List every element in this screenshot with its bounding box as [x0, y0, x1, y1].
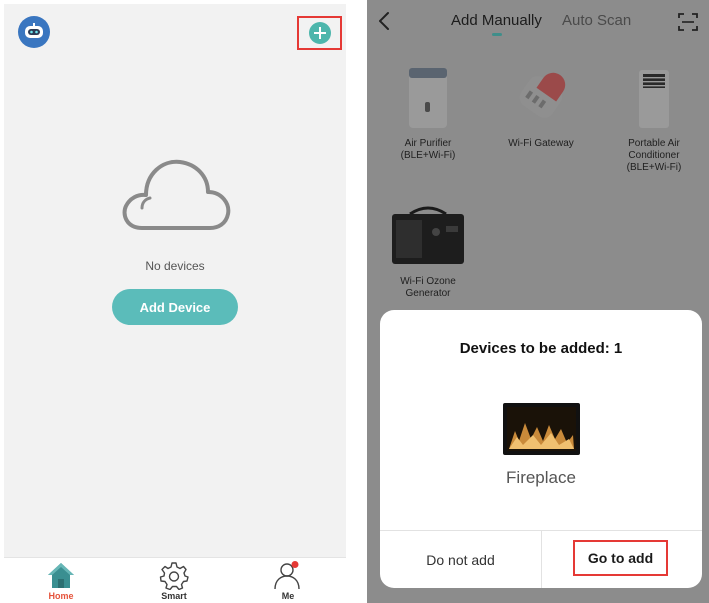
device-name: Fireplace	[506, 468, 576, 487]
device-label: Wi-Fi Ozone Generator	[400, 276, 456, 299]
dialog-title: Devices to be added: 1	[459, 340, 623, 357]
device-label: Air Purifier (BLE+Wi-Fi)	[400, 138, 456, 161]
devices-to-add-dialog: Devices to be added: 1 Fireplace Do not …	[380, 310, 702, 588]
plus-icon	[313, 27, 326, 39]
robot-icon	[25, 23, 43, 38]
scan-icon[interactable]	[678, 12, 698, 32]
person-icon	[274, 561, 300, 590]
tab-smart-label: Smart	[161, 591, 187, 601]
empty-state-text: No devices	[145, 259, 205, 273]
device-label: Portable Air Conditioner (BLE+Wi-Fi)	[626, 138, 682, 173]
tab-home[interactable]: Home	[31, 560, 91, 603]
cloud-icon	[122, 159, 231, 230]
device-tile-ozone-generator[interactable]: Wi-Fi Ozone Generator	[378, 200, 478, 300]
add-device-button[interactable]: Add Device	[112, 289, 238, 325]
bottom-tab-bar: Home Smart Me	[4, 557, 346, 603]
ozone-generator-icon	[392, 206, 464, 264]
home-icon	[48, 563, 74, 588]
fireplace-image	[503, 403, 580, 455]
back-chevron-icon[interactable]	[375, 10, 395, 32]
air-purifier-icon	[409, 68, 447, 128]
portable-ac-icon	[639, 70, 669, 128]
device-label: Wi-Fi Gateway	[508, 138, 574, 149]
home-screen: No devices Add Device Home Smart Me	[4, 4, 346, 603]
tab-add-manually[interactable]: Add Manually	[451, 12, 542, 29]
go-to-add-button[interactable]: Go to add	[573, 540, 668, 576]
tab-me[interactable]: Me	[258, 560, 318, 603]
add-device-screen: Add Manually Auto Scan Air Purifier (BLE…	[367, 0, 709, 603]
tab-auto-scan[interactable]: Auto Scan	[562, 12, 631, 29]
tab-me-label: Me	[281, 591, 295, 601]
device-tile-wifi-gateway[interactable]: Wi-Fi Gateway	[491, 62, 591, 150]
tab-home-label: Home	[48, 591, 74, 601]
wifi-gateway-icon	[519, 72, 566, 118]
add-device-plus-button[interactable]	[297, 16, 342, 50]
gear-icon	[159, 562, 189, 590]
avatar[interactable]	[18, 16, 50, 48]
top-bar: Add Manually Auto Scan	[367, 0, 709, 44]
fireplace-icon	[507, 407, 576, 451]
do-not-add-button[interactable]: Do not add	[380, 531, 541, 588]
divider	[541, 530, 542, 588]
active-tab-indicator	[492, 33, 502, 36]
tab-smart[interactable]: Smart	[144, 560, 204, 603]
device-tile-air-purifier[interactable]: Air Purifier (BLE+Wi-Fi)	[378, 62, 478, 162]
device-tile-portable-ac[interactable]: Portable Air Conditioner (BLE+Wi-Fi)	[604, 62, 704, 174]
